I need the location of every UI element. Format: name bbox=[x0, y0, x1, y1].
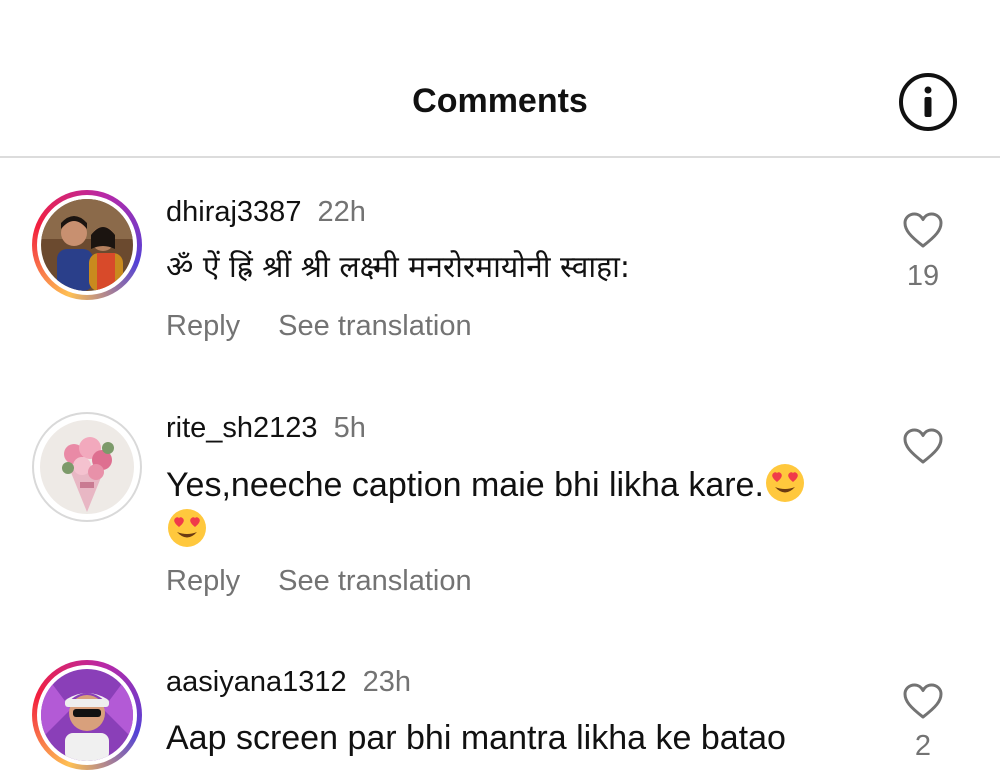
comment-meta: rite_sh2123 5h bbox=[166, 412, 366, 445]
comment-meta: dhiraj3387 22h bbox=[166, 196, 366, 229]
username[interactable]: rite_sh2123 bbox=[166, 412, 318, 444]
heart-eyes-emoji-icon bbox=[166, 507, 208, 549]
heart-icon[interactable] bbox=[902, 427, 944, 465]
username[interactable]: aasiyana1312 bbox=[166, 666, 347, 698]
comment-actions: Reply See translation bbox=[166, 565, 472, 598]
reply-button[interactable]: Reply bbox=[166, 565, 240, 597]
username[interactable]: dhiraj3387 bbox=[166, 196, 301, 228]
heart-eyes-emoji-icon bbox=[764, 462, 806, 504]
avatar[interactable] bbox=[32, 190, 142, 300]
comment-actions: Reply See translation bbox=[166, 310, 472, 343]
page-title: Comments bbox=[412, 82, 588, 120]
info-icon[interactable] bbox=[898, 72, 958, 132]
avatar[interactable] bbox=[32, 660, 142, 770]
header-divider bbox=[0, 156, 1000, 158]
see-translation-button[interactable]: See translation bbox=[278, 565, 471, 597]
comment-text: Yes,neeche caption maie bhi likha kare. bbox=[166, 462, 856, 552]
comment-meta: aasiyana1312 23h bbox=[166, 666, 411, 699]
like-count: 2 bbox=[914, 730, 932, 762]
comment-text: Aap screen par bhi mantra likha ke batao bbox=[166, 719, 786, 757]
like-count: 19 bbox=[906, 260, 940, 292]
avatar[interactable] bbox=[32, 412, 142, 522]
see-translation-button[interactable]: See translation bbox=[278, 310, 471, 342]
comment-time: 5h bbox=[333, 412, 366, 444]
heart-icon[interactable] bbox=[902, 211, 944, 249]
comment-time: 23h bbox=[362, 666, 411, 698]
comments-header: Comments bbox=[0, 0, 1000, 157]
comment-time: 22h bbox=[317, 196, 366, 228]
heart-icon[interactable] bbox=[902, 682, 944, 720]
reply-button[interactable]: Reply bbox=[166, 310, 240, 342]
comment-text-body: Yes,neeche caption maie bhi likha kare. bbox=[166, 466, 764, 504]
comment-text: ॐ ऐं ह्रिं श्रीं श्री लक्ष्मी मनरोरमायोन… bbox=[166, 250, 630, 285]
